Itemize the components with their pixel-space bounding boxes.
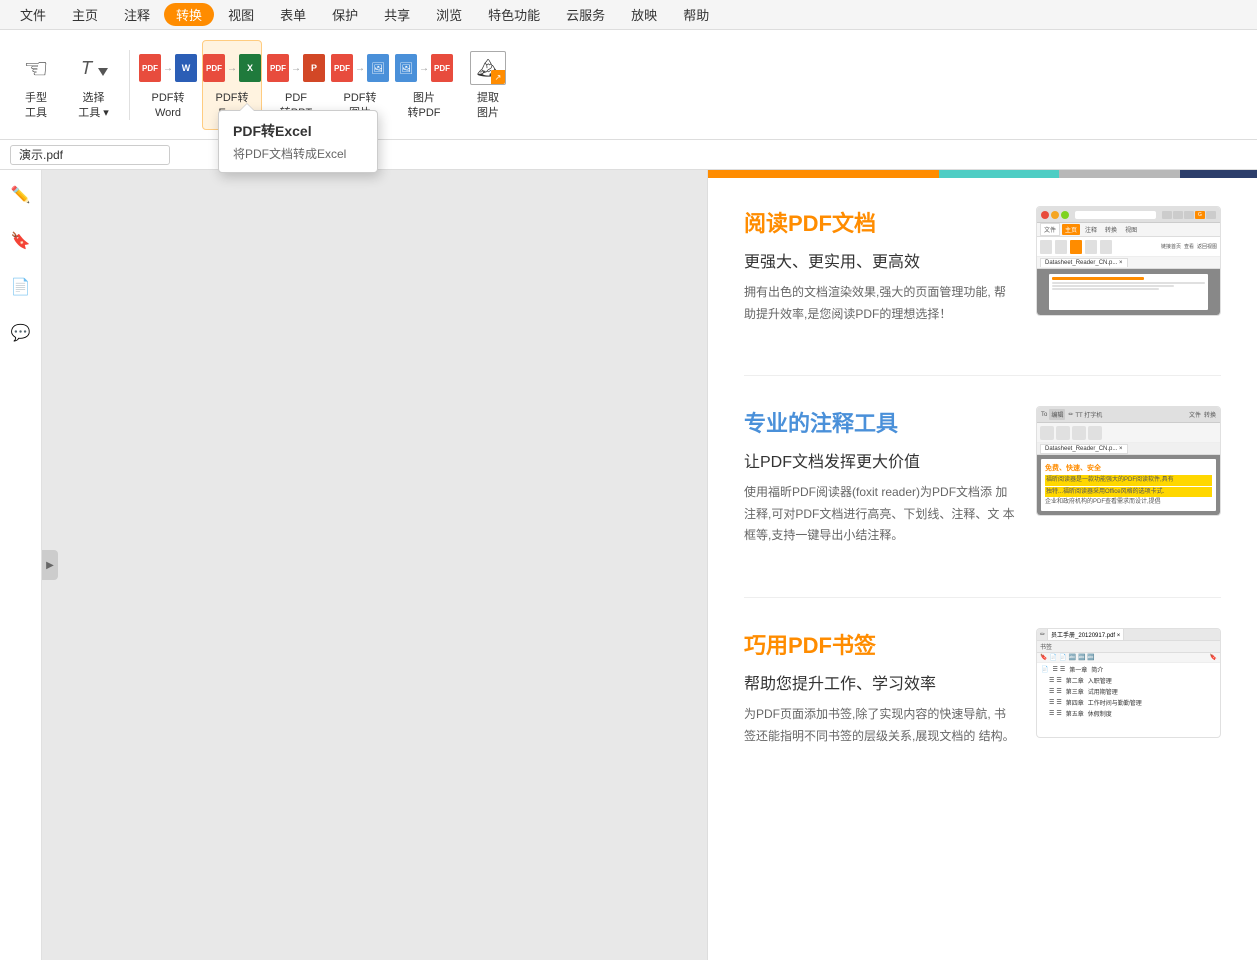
color-bar-gray [1059, 170, 1180, 178]
hand-tool-button[interactable]: ☜ 手型工具 [10, 40, 62, 130]
preview-img-bookmark: ✏ 员工手册_20120917.pdf × 书签 🔖📄📄🔤🔤🔤🔖 [1036, 628, 1221, 738]
menu-annotation[interactable]: 注释 [112, 3, 162, 26]
pathbar [0, 140, 1257, 170]
preview-title-bookmark: 巧用PDF书签 [744, 628, 1016, 660]
preview-subtitle-read: 更强大、更实用、更高效 [744, 248, 1016, 272]
tooltip-title: PDF转Excel [233, 121, 363, 141]
preview-desc-read: 拥有出色的文档渲染效果,强大的页面管理功能, 帮助提升效率,是您阅读PDF的理想… [744, 282, 1016, 325]
section-divider-2 [744, 597, 1221, 598]
sidebar-edit-icon[interactable]: ✏️ [6, 180, 36, 210]
color-bar-navy [1180, 170, 1257, 178]
toolbar: ☜ 手型工具 𝑇 选择工具 ▾ PDF → W PDF转Word [0, 30, 1257, 140]
extract-image-label: 提取图片 [477, 91, 499, 120]
color-bar-orange [708, 170, 939, 178]
sidebar-pages-icon[interactable]: 📄 [6, 272, 36, 302]
sidebar: ✏️ 🔖 📄 💬 [0, 170, 42, 960]
menu-view[interactable]: 视图 [216, 3, 266, 26]
pdf-to-word-icon: PDF → W [149, 49, 187, 87]
preview-subtitle-bookmark: 帮助您提升工作、学习效率 [744, 670, 1016, 694]
collapse-panel-button[interactable]: ▶ [42, 550, 58, 580]
preview-img-read: G 文件 主页 注释 转换 视图 [1036, 206, 1221, 316]
menu-file[interactable]: 文件 [8, 3, 58, 26]
file-path-input[interactable] [10, 145, 170, 165]
preview-scroll[interactable]: 阅读PDF文档 更强大、更实用、更高效 拥有出色的文档渲染效果,强大的页面管理功… [708, 178, 1257, 960]
main-layout: ✏️ 🔖 📄 💬 ▶ 阅读PDF文档 [0, 170, 1257, 960]
extract-image-icon: 🏔 ↗ [469, 49, 507, 87]
pdf-to-word-label: PDF转Word [152, 91, 185, 120]
menu-share[interactable]: 共享 [372, 3, 422, 26]
menu-protect[interactable]: 保护 [320, 3, 370, 26]
menubar: 文件 主页 注释 转换 视图 表单 保护 共享 浏览 特色功能 云服务 放映 帮… [0, 0, 1257, 30]
preview-text-bookmark: 巧用PDF书签 帮助您提升工作、学习效率 为PDF页面添加书签,除了实现内容的快… [744, 628, 1016, 747]
pdf-to-word-button[interactable]: PDF → W PDF转Word [138, 40, 198, 130]
preview-img-annotate: To编辑 ✏ TT 打字机 文件 转换 [1036, 406, 1221, 516]
preview-subtitle-annotate: 让PDF文档发挥更大价值 [744, 448, 1016, 472]
preview-desc-annotate: 使用福昕PDF阅读器(foxit reader)为PDF文档添 加注释,可对PD… [744, 482, 1016, 547]
select-icon: 𝑇 [75, 49, 113, 87]
svg-text:𝑇: 𝑇 [82, 58, 94, 78]
menu-cloud[interactable]: 云服务 [554, 3, 617, 26]
preview-section-bookmark: 巧用PDF书签 帮助您提升工作、学习效率 为PDF页面添加书签,除了实现内容的快… [744, 628, 1221, 747]
preview-section-annotate: 专业的注释工具 让PDF文档发挥更大价值 使用福昕PDF阅读器(foxit re… [744, 406, 1221, 547]
hand-icon: ☜ [17, 49, 55, 87]
content-area: ▶ 阅读PDF文档 更强大、更实用、更高效 拥有出色的文档 [42, 170, 1257, 960]
menu-form[interactable]: 表单 [268, 3, 318, 26]
menu-browse[interactable]: 浏览 [424, 3, 474, 26]
sidebar-bookmark-icon[interactable]: 🔖 [6, 226, 36, 256]
section-divider-1 [744, 375, 1221, 376]
toolbar-divider-1 [129, 50, 130, 120]
tooltip-popup: PDF转Excel 将PDF文档转成Excel [218, 110, 378, 173]
preview-title-annotate: 专业的注释工具 [744, 406, 1016, 438]
pdf-preview-panel: 阅读PDF文档 更强大、更实用、更高效 拥有出色的文档渲染效果,强大的页面管理功… [707, 170, 1257, 960]
hand-tool-label: 手型工具 [25, 91, 47, 120]
menu-home[interactable]: 主页 [60, 3, 110, 26]
preview-desc-bookmark: 为PDF页面添加书签,除了实现内容的快速导航, 书签还能指明不同书签的层级关系,… [744, 704, 1016, 747]
color-bar-teal [939, 170, 1060, 178]
pdf-to-image-icon: PDF → 🖼 [341, 49, 379, 87]
menu-help[interactable]: 帮助 [671, 3, 721, 26]
preview-section-read: 阅读PDF文档 更强大、更实用、更高效 拥有出色的文档渲染效果,强大的页面管理功… [744, 206, 1221, 325]
image-to-pdf-icon: 🖼 → PDF [405, 49, 443, 87]
image-to-pdf-label: 图片转PDF [408, 91, 441, 120]
extract-image-button[interactable]: 🏔 ↗ 提取图片 [458, 40, 518, 130]
color-bar [708, 170, 1257, 178]
sidebar-comment-icon[interactable]: 💬 [6, 318, 36, 348]
image-to-pdf-button[interactable]: 🖼 → PDF 图片转PDF [394, 40, 454, 130]
preview-title-read: 阅读PDF文档 [744, 206, 1016, 238]
select-tool-label: 选择工具 ▾ [78, 91, 109, 120]
preview-text-annotate: 专业的注释工具 让PDF文档发挥更大价值 使用福昕PDF阅读器(foxit re… [744, 406, 1016, 547]
preview-text-read: 阅读PDF文档 更强大、更实用、更高效 拥有出色的文档渲染效果,强大的页面管理功… [744, 206, 1016, 325]
select-tool-button[interactable]: 𝑇 选择工具 ▾ [66, 40, 121, 130]
menu-features[interactable]: 特色功能 [476, 3, 552, 26]
menu-convert[interactable]: 转换 [164, 3, 214, 26]
tooltip-desc: 将PDF文档转成Excel [233, 145, 363, 162]
menu-present[interactable]: 放映 [619, 3, 669, 26]
pdf-to-ppt-icon: PDF → P [277, 49, 315, 87]
pdf-to-excel-icon: PDF → X [213, 49, 251, 87]
